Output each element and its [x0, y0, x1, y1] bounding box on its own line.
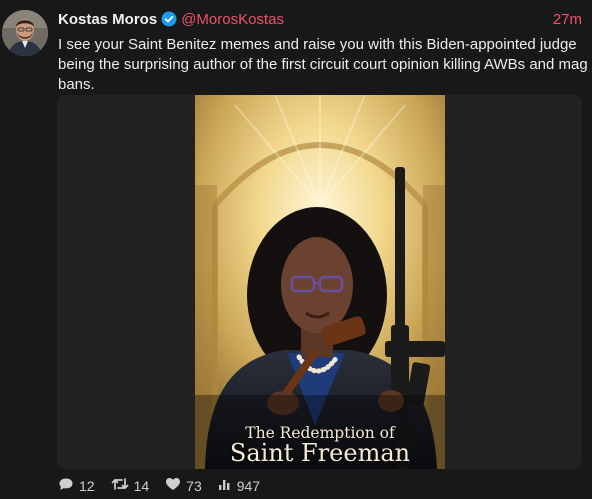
tweet-text: I see your Saint Benitez memes and raise… — [58, 36, 588, 93]
media-image[interactable]: The Redemption of Saint Freeman — [195, 95, 445, 469]
reply-button[interactable]: 12 — [58, 476, 95, 495]
author-name[interactable]: Kostas Moros — [58, 11, 157, 28]
media-caption-line2: Saint Freeman — [229, 439, 411, 467]
tweet-header: Kostas Moros @MorosKostas 27m — [58, 9, 582, 29]
retweet-icon — [111, 476, 134, 495]
reply-count: 12 — [79, 477, 95, 494]
like-count: 73 — [186, 477, 202, 494]
avatar[interactable] — [2, 10, 48, 56]
tweet-timestamp[interactable]: 27m — [553, 11, 582, 28]
like-button[interactable]: 73 — [165, 476, 202, 495]
tweet-actions: 12 14 73 947 — [58, 476, 276, 495]
views-button[interactable]: 947 — [218, 477, 260, 494]
author-handle[interactable]: @MorosKostas — [181, 11, 284, 28]
views-icon — [218, 477, 237, 494]
like-icon — [165, 476, 186, 495]
tweet-media[interactable]: The Redemption of Saint Freeman — [57, 95, 582, 469]
retweet-count: 14 — [133, 477, 150, 494]
retweet-button[interactable]: 14 — [111, 476, 150, 495]
views-count: 947 — [236, 477, 261, 494]
verified-badge-icon — [161, 11, 177, 27]
reply-icon — [58, 476, 79, 495]
